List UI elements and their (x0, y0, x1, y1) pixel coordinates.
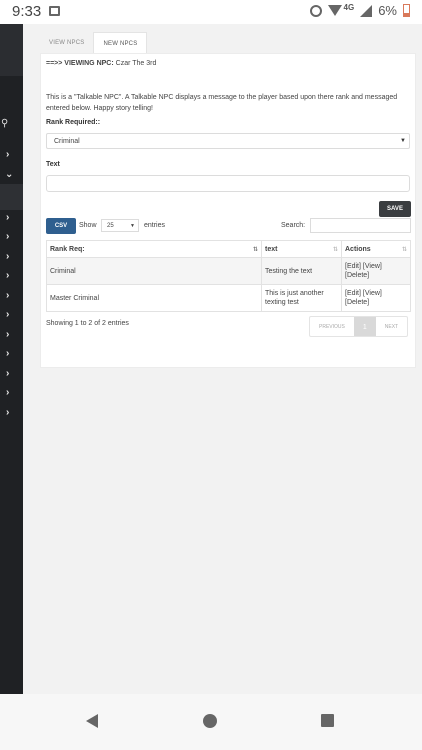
cell-actions[interactable]: [Edit] [View] [Delete] (341, 257, 411, 285)
sidebar-header (0, 24, 23, 76)
column-header-actions[interactable]: Actions ⇅ (341, 240, 411, 258)
chevron-right-icon[interactable]: › (6, 330, 9, 340)
rank-select-value: Criminal (54, 138, 80, 145)
npc-panel: ==>> VIEWING NPC: Czar The 3rd This is a… (40, 53, 416, 368)
cell-text: Testing the text (261, 257, 342, 285)
status-time: 9:33 (12, 3, 42, 20)
alarm-icon (309, 4, 322, 17)
entries-select-value: 25 (107, 223, 114, 229)
npc-description: This is a "Talkable NPC". A Talkable NPC… (46, 94, 398, 112)
showing-entries-info: Showing 1 to 2 of 2 entries (46, 320, 129, 327)
entries-label: entries (144, 222, 166, 229)
text-input[interactable] (46, 175, 410, 192)
system-nav-bar (0, 694, 422, 750)
image-notification-icon (49, 6, 60, 16)
npc-table: Rank Req: ⇅ text ⇅ Actions ⇅ Criminal Te… (46, 240, 411, 312)
chevron-right-icon[interactable]: › (6, 150, 9, 160)
column-header-label: Rank Req: (50, 245, 85, 253)
column-header-label: text (265, 245, 278, 253)
chevron-right-icon[interactable]: › (6, 408, 9, 418)
rank-select[interactable]: Criminal ▼ (46, 133, 410, 149)
sort-icon: ⇅ (332, 247, 338, 253)
page-1-button[interactable]: 1 (353, 317, 376, 336)
npc-name: Czar The 3rd (115, 60, 157, 67)
sort-asc-icon: ⇅ (252, 247, 258, 253)
chevron-right-icon[interactable]: › (6, 388, 9, 398)
network-type: 4G (343, 3, 355, 12)
tab-new-npcs[interactable]: NEW NPCS (93, 32, 148, 54)
next-page-button[interactable]: NEXT (376, 317, 407, 336)
tab-bar: VIEW NPCS NEW NPCS (40, 32, 148, 54)
status-icons: 4G 6% (309, 3, 410, 18)
viewing-npc-heading: ==>> VIEWING NPC: Czar The 3rd (46, 60, 156, 67)
csv-button[interactable]: CSV (46, 218, 76, 234)
search-icon[interactable]: ⚲ (1, 118, 8, 129)
cell-rank: Criminal (46, 257, 262, 285)
search-label: Search: (281, 222, 306, 229)
table-row: Criminal Testing the text [Edit] [View] … (46, 257, 411, 285)
signal-icon (360, 4, 373, 17)
table-header-row: Rank Req: ⇅ text ⇅ Actions ⇅ (46, 240, 411, 258)
chevron-right-icon[interactable]: › (6, 310, 9, 320)
column-header-rank[interactable]: Rank Req: ⇅ (46, 240, 262, 258)
sidebar: ⚲ › ⌄ › › › › › › › › › › › (0, 24, 23, 694)
sort-icon: ⇅ (401, 247, 407, 253)
column-header-label: Actions (345, 245, 371, 253)
wifi-icon (327, 5, 342, 16)
chevron-down-icon[interactable]: ⌄ (5, 170, 13, 180)
entries-select[interactable]: 25 ▼ (101, 219, 139, 232)
show-label: Show (79, 222, 97, 229)
save-button[interactable]: SAVE (379, 201, 411, 217)
previous-page-button[interactable]: PREVIOUS (310, 317, 354, 336)
cell-actions[interactable]: [Edit] [View] [Delete] (341, 284, 411, 312)
text-label: Text (46, 161, 60, 168)
sidebar-active-item[interactable] (0, 184, 23, 210)
caret-down-icon: ▼ (130, 223, 135, 229)
chevron-right-icon[interactable]: › (6, 232, 9, 242)
tab-view-npcs[interactable]: VIEW NPCS (40, 32, 93, 54)
chevron-right-icon[interactable]: › (6, 291, 9, 301)
chevron-right-icon[interactable]: › (6, 369, 9, 379)
chevron-right-icon[interactable]: › (6, 349, 9, 359)
chevron-right-icon[interactable]: › (6, 271, 9, 281)
rank-required-label: Rank Required:: (46, 119, 101, 126)
column-header-text[interactable]: text ⇅ (261, 240, 342, 258)
chevron-right-icon[interactable]: › (6, 252, 9, 262)
table-row: Master Criminal This is just another tex… (46, 284, 411, 312)
battery-icon (403, 4, 410, 17)
battery-percent: 6% (378, 3, 397, 18)
search-input[interactable] (310, 218, 411, 233)
home-icon[interactable] (203, 714, 217, 728)
back-icon[interactable] (86, 714, 98, 728)
recents-icon[interactable] (321, 714, 334, 727)
pagination: PREVIOUS 1 NEXT (309, 316, 409, 337)
chevron-right-icon[interactable]: › (6, 213, 9, 223)
cell-rank: Master Criminal (46, 284, 262, 312)
status-bar: 9:33 4G 6% (0, 0, 422, 24)
cell-text: This is just another texting test (261, 284, 342, 312)
viewing-prefix: ==>> VIEWING NPC: (46, 60, 114, 67)
main-content: VIEW NPCS NEW NPCS ==>> VIEWING NPC: Cza… (23, 24, 422, 694)
caret-down-icon: ▼ (400, 138, 406, 144)
